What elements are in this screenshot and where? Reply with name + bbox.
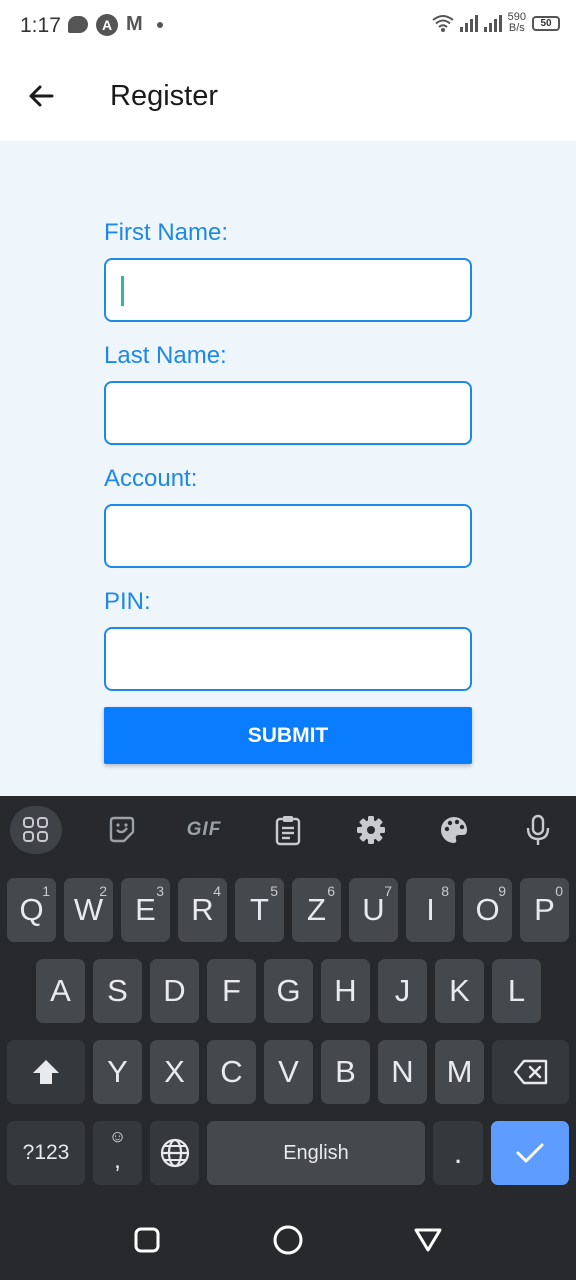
wifi-icon xyxy=(432,15,454,32)
key-a[interactable]: A xyxy=(36,959,85,1023)
key-z[interactable]: Z6 xyxy=(292,878,341,942)
last-name-input[interactable] xyxy=(104,381,472,445)
gif-icon: GIF xyxy=(186,819,222,840)
account-label: Account: xyxy=(104,465,198,492)
key-v[interactable]: V xyxy=(264,1040,313,1104)
gmail-notification-icon: M xyxy=(126,13,143,35)
home-icon xyxy=(273,1225,303,1255)
shift-key[interactable] xyxy=(7,1040,85,1104)
arrow-back-icon xyxy=(29,85,54,107)
account-input[interactable] xyxy=(104,504,472,568)
check-icon xyxy=(516,1143,544,1163)
soft-keyboard: GIF Q 1 W 2 E 3 R 4 T 5 Z 6 U 7 I 8 O 9 … xyxy=(0,796,576,1200)
key-w[interactable]: W2 xyxy=(64,878,113,942)
more-notifications-icon xyxy=(156,21,163,28)
back-button[interactable] xyxy=(22,78,62,118)
status-system-icons: 590 B/s 50 xyxy=(432,12,560,34)
app-notification-icon: A xyxy=(96,13,118,36)
nav-back-button[interactable] xyxy=(410,1222,446,1258)
pin-input[interactable] xyxy=(104,627,472,691)
sticker-icon xyxy=(109,816,135,843)
status-bar: 1:17 A M 590 B/s 50 xyxy=(0,0,576,52)
text-cursor xyxy=(121,276,124,306)
recents-icon xyxy=(134,1227,160,1253)
emoji-comma-key[interactable]: ☺ , xyxy=(93,1121,142,1185)
settings-icon xyxy=(357,816,385,844)
mic-icon xyxy=(526,814,550,845)
voice-input-button[interactable] xyxy=(512,806,564,854)
register-form: First Name: Last Name: Account: PIN: SUB… xyxy=(0,141,576,796)
globe-icon xyxy=(160,1138,189,1168)
period-key[interactable]: . xyxy=(433,1121,483,1185)
apps-grid-icon xyxy=(23,817,48,842)
enter-key[interactable] xyxy=(491,1121,569,1185)
key-b[interactable]: B xyxy=(321,1040,370,1104)
pin-label: PIN: xyxy=(104,588,151,615)
recents-button[interactable] xyxy=(129,1222,165,1258)
backspace-key[interactable] xyxy=(492,1040,569,1104)
symbols-key[interactable]: ?123 xyxy=(7,1121,85,1185)
key-j[interactable]: J xyxy=(378,959,427,1023)
key-m[interactable]: M xyxy=(435,1040,484,1104)
home-button[interactable] xyxy=(270,1222,306,1258)
chat-notification-icon xyxy=(68,16,88,33)
key-y[interactable]: Y xyxy=(93,1040,142,1104)
settings-button[interactable] xyxy=(345,806,397,854)
key-h[interactable]: H xyxy=(321,959,370,1023)
key-x[interactable]: X xyxy=(150,1040,199,1104)
key-p[interactable]: P0 xyxy=(520,878,569,942)
theme-button[interactable] xyxy=(428,806,480,854)
signal-1-icon xyxy=(459,14,478,32)
network-speed: 590 B/s xyxy=(507,11,526,34)
language-key[interactable] xyxy=(150,1121,199,1185)
key-d[interactable]: D xyxy=(150,959,199,1023)
clipboard-icon xyxy=(275,816,301,846)
gif-button[interactable]: GIF xyxy=(178,806,230,854)
key-t[interactable]: T5 xyxy=(235,878,284,942)
key-k[interactable]: K xyxy=(435,959,484,1023)
key-n[interactable]: N xyxy=(378,1040,427,1104)
system-nav-bar xyxy=(0,1200,576,1280)
app-bar: Register xyxy=(0,52,576,141)
key-g[interactable]: G xyxy=(264,959,313,1023)
signal-2-icon xyxy=(483,14,502,32)
first-name-label: First Name: xyxy=(104,219,229,246)
key-q[interactable]: Q1 xyxy=(7,878,56,942)
key-i[interactable]: I8 xyxy=(406,878,455,942)
sticker-button[interactable] xyxy=(96,806,148,854)
shift-icon xyxy=(33,1060,59,1084)
key-r[interactable]: R4 xyxy=(178,878,227,942)
key-o[interactable]: O9 xyxy=(463,878,512,942)
apps-grid-button[interactable] xyxy=(10,806,62,854)
palette-icon xyxy=(441,817,467,843)
page-title: Register xyxy=(110,80,218,112)
key-u[interactable]: U7 xyxy=(349,878,398,942)
status-notification-icons: A M xyxy=(68,13,163,36)
battery-icon: 50 xyxy=(532,15,560,31)
key-f[interactable]: F xyxy=(207,959,256,1023)
key-l[interactable]: L xyxy=(492,959,541,1023)
backspace-icon xyxy=(513,1059,547,1085)
submit-button[interactable]: SUBMIT xyxy=(104,707,472,764)
key-s[interactable]: S xyxy=(93,959,142,1023)
first-name-input[interactable] xyxy=(104,258,472,322)
space-key[interactable]: English xyxy=(207,1121,425,1185)
status-time: 1:17 xyxy=(20,14,61,37)
key-c[interactable]: C xyxy=(207,1040,256,1104)
last-name-label: Last Name: xyxy=(104,342,227,369)
key-e[interactable]: E3 xyxy=(121,878,170,942)
back-triangle-icon xyxy=(414,1228,442,1252)
clipboard-button[interactable] xyxy=(262,806,314,854)
